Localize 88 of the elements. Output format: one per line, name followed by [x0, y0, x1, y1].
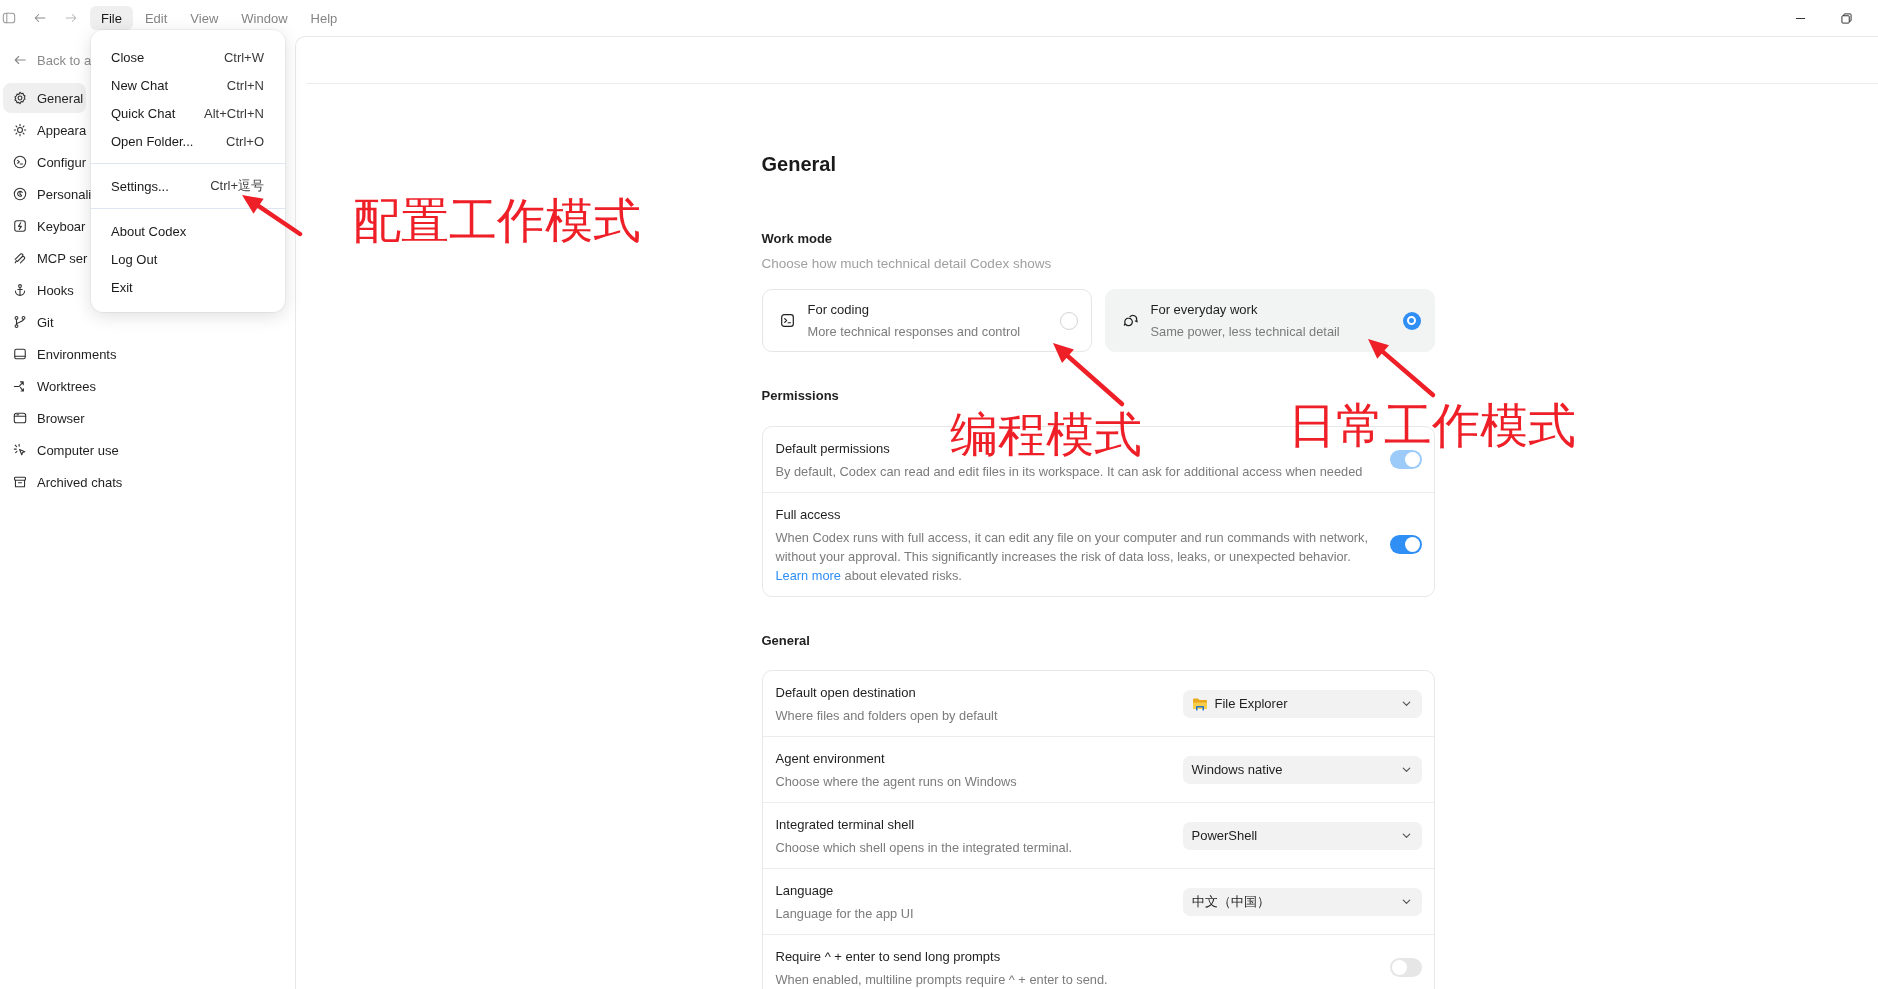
setting-description: Choose which shell opens in the integrated terminal. [775, 838, 1074, 857]
radio-button[interactable] [1402, 311, 1421, 330]
menu-shortcut: Ctrl+逗号 [210, 177, 264, 195]
sidebar-item[interactable]: Worktrees [3, 371, 99, 401]
toggle-switch[interactable] [1389, 535, 1422, 554]
setting-description: By default, Codex can read and edit files in its workspace. It can ask for additional access when needed [775, 462, 1364, 481]
section-title: Work mode [761, 230, 834, 248]
cursor-sparkle-icon [13, 443, 27, 457]
radio-button[interactable] [1059, 311, 1078, 330]
setting-description: Choose where the agent runs on Windows [775, 772, 1018, 791]
setting-title: Default open destination [775, 683, 917, 702]
menu-item[interactable]: Log Out [91, 245, 285, 273]
menu-bar-item[interactable]: File [90, 6, 133, 30]
sidebar-item[interactable]: Hooks [3, 275, 77, 305]
menu-bar-item[interactable]: Help [299, 6, 349, 30]
setting-title: Default permissions [775, 439, 891, 458]
forward-arrow-icon[interactable] [64, 11, 78, 25]
dropdown[interactable]: 中文（中国） [1182, 887, 1422, 916]
settings-icon [13, 91, 27, 105]
section-title: General [761, 632, 811, 650]
mode-description: More technical responses and control [807, 322, 1022, 341]
menu-bar-item[interactable]: Edit [133, 6, 179, 30]
chevron-down-icon [1400, 896, 1412, 907]
sidebar-item[interactable]: General [3, 83, 87, 113]
mode-title: For coding [807, 300, 870, 319]
menu-shortcut: Ctrl+O [226, 133, 264, 149]
setting-title: Agent environment [775, 749, 886, 768]
section-subtitle: Choose how much technical detail Codex shows [761, 255, 1053, 273]
dropdown[interactable]: PowerShell [1182, 821, 1422, 850]
restore-icon[interactable] [1840, 12, 1852, 24]
panel-icon [13, 347, 27, 361]
sidebar-item[interactable]: Archived chats [3, 467, 126, 497]
sidebar-item[interactable]: Configur [3, 147, 90, 177]
setting-description: Language for the app UI [775, 904, 915, 923]
menu-shortcut: Ctrl+N [226, 77, 264, 93]
chevron-down-icon [1400, 698, 1412, 709]
toggle-switch[interactable] [1389, 958, 1422, 977]
sidebar-item[interactable]: Browser [3, 403, 88, 433]
annotation-arrow-icon [1368, 339, 1436, 398]
menu-shortcut: Ctrl+W [223, 49, 264, 65]
archive-icon [13, 475, 27, 489]
arrow-left-icon [13, 53, 27, 67]
dropdown[interactable]: Windows native [1182, 755, 1422, 784]
setting-description: When enabled, multiline prompts require ^ + enter to send. [775, 970, 1109, 989]
menu-item[interactable]: About Codex [91, 217, 285, 245]
page-title: General [761, 152, 837, 177]
swirl-circle-icon [13, 187, 27, 201]
mode-description: Same power, less technical detail [1150, 322, 1341, 341]
sidebar-item[interactable]: MCP ser [3, 243, 91, 273]
menu-bar-item[interactable]: View [179, 6, 230, 30]
setting-description: Where files and folders open by default [775, 706, 999, 725]
chevron-down-icon [1400, 764, 1412, 775]
sun-icon [13, 123, 27, 137]
sidebar-item[interactable]: Keyboar [3, 211, 89, 241]
menu-bar-item[interactable]: Window [230, 6, 299, 30]
annotation-text: 日常工作模式 [1288, 401, 1576, 449]
annotation-arrow-icon [242, 195, 303, 237]
dropdown[interactable]: File Explorer [1182, 689, 1422, 718]
anchor-icon [13, 283, 27, 297]
setting-title: Language [775, 881, 835, 900]
setting-description: When Codex runs with full access, it can edit any file on your computer and run commands with network, without your approval. This significantly increases the risk of data loss, leaks, or unexpected behavior. Learn more about elevated risks. [775, 528, 1369, 585]
menu-item[interactable]: Exit [91, 273, 285, 301]
branch-icon [13, 315, 27, 329]
mode-title: For everyday work [1150, 300, 1259, 319]
chat-bubbles-icon [1122, 313, 1138, 328]
sidebar-item[interactable]: Git [3, 307, 57, 337]
section-title: Permissions [761, 387, 840, 405]
terminal-icon [779, 313, 795, 328]
annotation-arrow-icon [1053, 343, 1125, 407]
menu-shortcut: Alt+Ctrl+N [204, 105, 264, 121]
back-arrow-icon[interactable] [33, 11, 47, 25]
menu-item[interactable]: Open Folder... Ctrl+O [91, 127, 285, 155]
annotation-text: 编程模式 [950, 410, 1142, 458]
browser-window-icon [13, 411, 27, 425]
lightning-square-icon [13, 219, 27, 233]
chevron-down-icon [1400, 830, 1412, 841]
sidebar-item[interactable]: Appeara [3, 115, 90, 145]
fork-arrow-icon [13, 379, 27, 393]
coil-icon [13, 251, 27, 265]
sidebar-item[interactable]: Computer use [3, 435, 122, 465]
sidebar-item[interactable]: Environments [3, 339, 120, 369]
setting-title: Full access [775, 505, 842, 524]
setting-title: Integrated terminal shell [775, 815, 916, 834]
annotation-text: 配置工作模式 [353, 196, 641, 244]
setting-title: Require ^ + enter to send long prompts [775, 947, 1002, 966]
terminal-circle-icon [13, 155, 27, 169]
sidebar-icon[interactable] [2, 11, 16, 25]
menu-item[interactable]: Quick Chat Alt+Ctrl+N [91, 99, 285, 127]
